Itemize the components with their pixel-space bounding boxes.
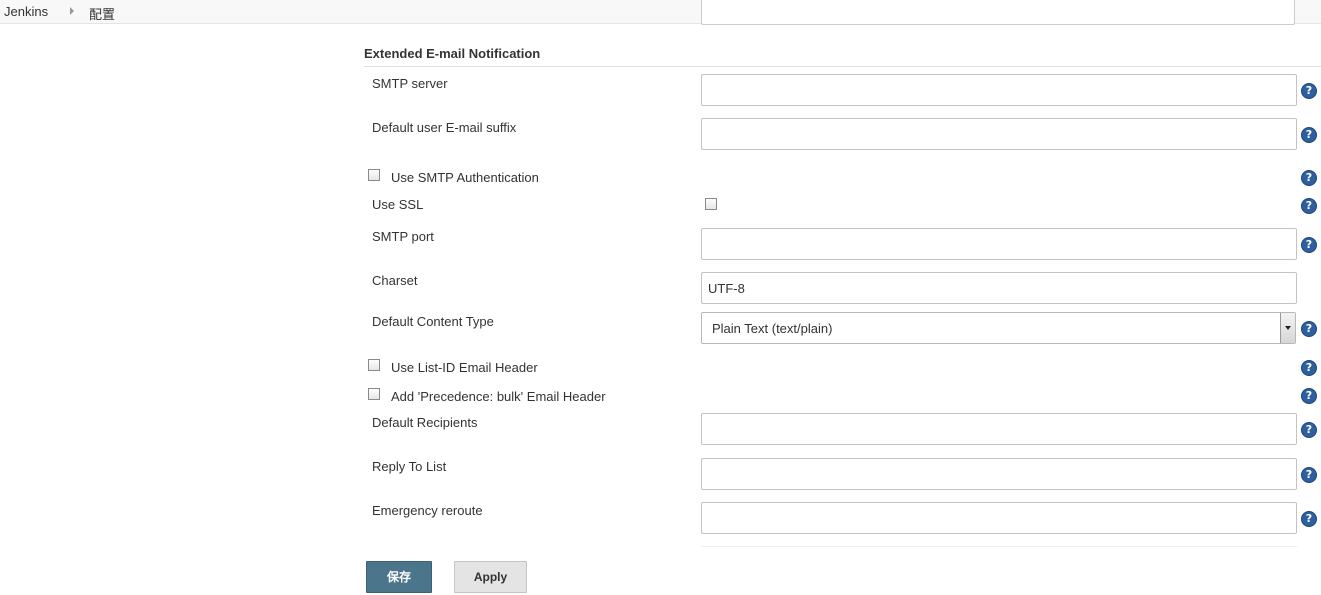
reply-to-label: Reply To List — [372, 459, 447, 474]
reply-to-input[interactable] — [701, 458, 1297, 490]
smtp-port-help-icon[interactable]: ? — [1301, 237, 1317, 253]
default-recipients-help-icon[interactable]: ? — [1301, 422, 1317, 438]
smtp-auth-checkbox[interactable] — [368, 169, 380, 181]
content-type-selected-value: Plain Text (text/plain) — [712, 321, 833, 336]
smtp-auth-label: Use SMTP Authentication — [391, 170, 539, 185]
smtp-port-label: SMTP port — [372, 229, 434, 244]
default-recipients-label: Default Recipients — [372, 415, 478, 430]
default-suffix-help-icon[interactable]: ? — [1301, 127, 1317, 143]
smtp-server-help-icon[interactable]: ? — [1301, 83, 1317, 99]
smtp-server-label: SMTP server — [372, 76, 448, 91]
apply-button[interactable]: Apply — [454, 561, 527, 593]
default-suffix-label: Default user E-mail suffix — [372, 120, 517, 135]
list-id-help-icon[interactable]: ? — [1301, 360, 1317, 376]
charset-label: Charset — [372, 273, 418, 288]
list-id-label: Use List-ID Email Header — [391, 360, 538, 375]
charset-input[interactable] — [701, 272, 1297, 304]
previous-section-input[interactable] — [701, 0, 1295, 25]
use-ssl-help-icon[interactable]: ? — [1301, 198, 1317, 214]
content-type-help-icon[interactable]: ? — [1301, 321, 1317, 337]
emergency-reroute-help-icon[interactable]: ? — [1301, 511, 1317, 527]
precedence-bulk-label: Add 'Precedence: bulk' Email Header — [391, 389, 606, 404]
list-id-checkbox[interactable] — [368, 359, 380, 371]
dropdown-arrow-icon[interactable] — [1280, 313, 1295, 343]
use-ssl-label: Use SSL — [372, 197, 424, 212]
content-type-label: Default Content Type — [372, 314, 494, 329]
save-button[interactable]: 保存 — [366, 561, 432, 593]
smtp-port-input[interactable] — [701, 228, 1297, 260]
reply-to-help-icon[interactable]: ? — [1301, 467, 1317, 483]
smtp-server-input[interactable] — [701, 74, 1297, 106]
default-recipients-input[interactable] — [701, 413, 1297, 445]
breadcrumb-jenkins-link[interactable]: Jenkins — [4, 4, 48, 19]
precedence-bulk-checkbox[interactable] — [368, 388, 380, 400]
smtp-auth-help-icon[interactable]: ? — [1301, 170, 1317, 186]
use-ssl-checkbox[interactable] — [705, 198, 717, 210]
emergency-reroute-input[interactable] — [701, 502, 1297, 534]
default-suffix-input[interactable] — [701, 118, 1297, 150]
breadcrumb-chevron-icon — [70, 7, 74, 15]
emergency-reroute-label: Emergency reroute — [372, 503, 483, 518]
section-title: Extended E-mail Notification — [364, 46, 541, 61]
precedence-bulk-help-icon[interactable]: ? — [1301, 388, 1317, 404]
section-divider — [364, 66, 1321, 67]
form-divider — [701, 546, 1297, 547]
breadcrumb-current[interactable]: 配置 — [89, 4, 115, 23]
content-type-select[interactable]: Plain Text (text/plain) — [701, 312, 1296, 344]
